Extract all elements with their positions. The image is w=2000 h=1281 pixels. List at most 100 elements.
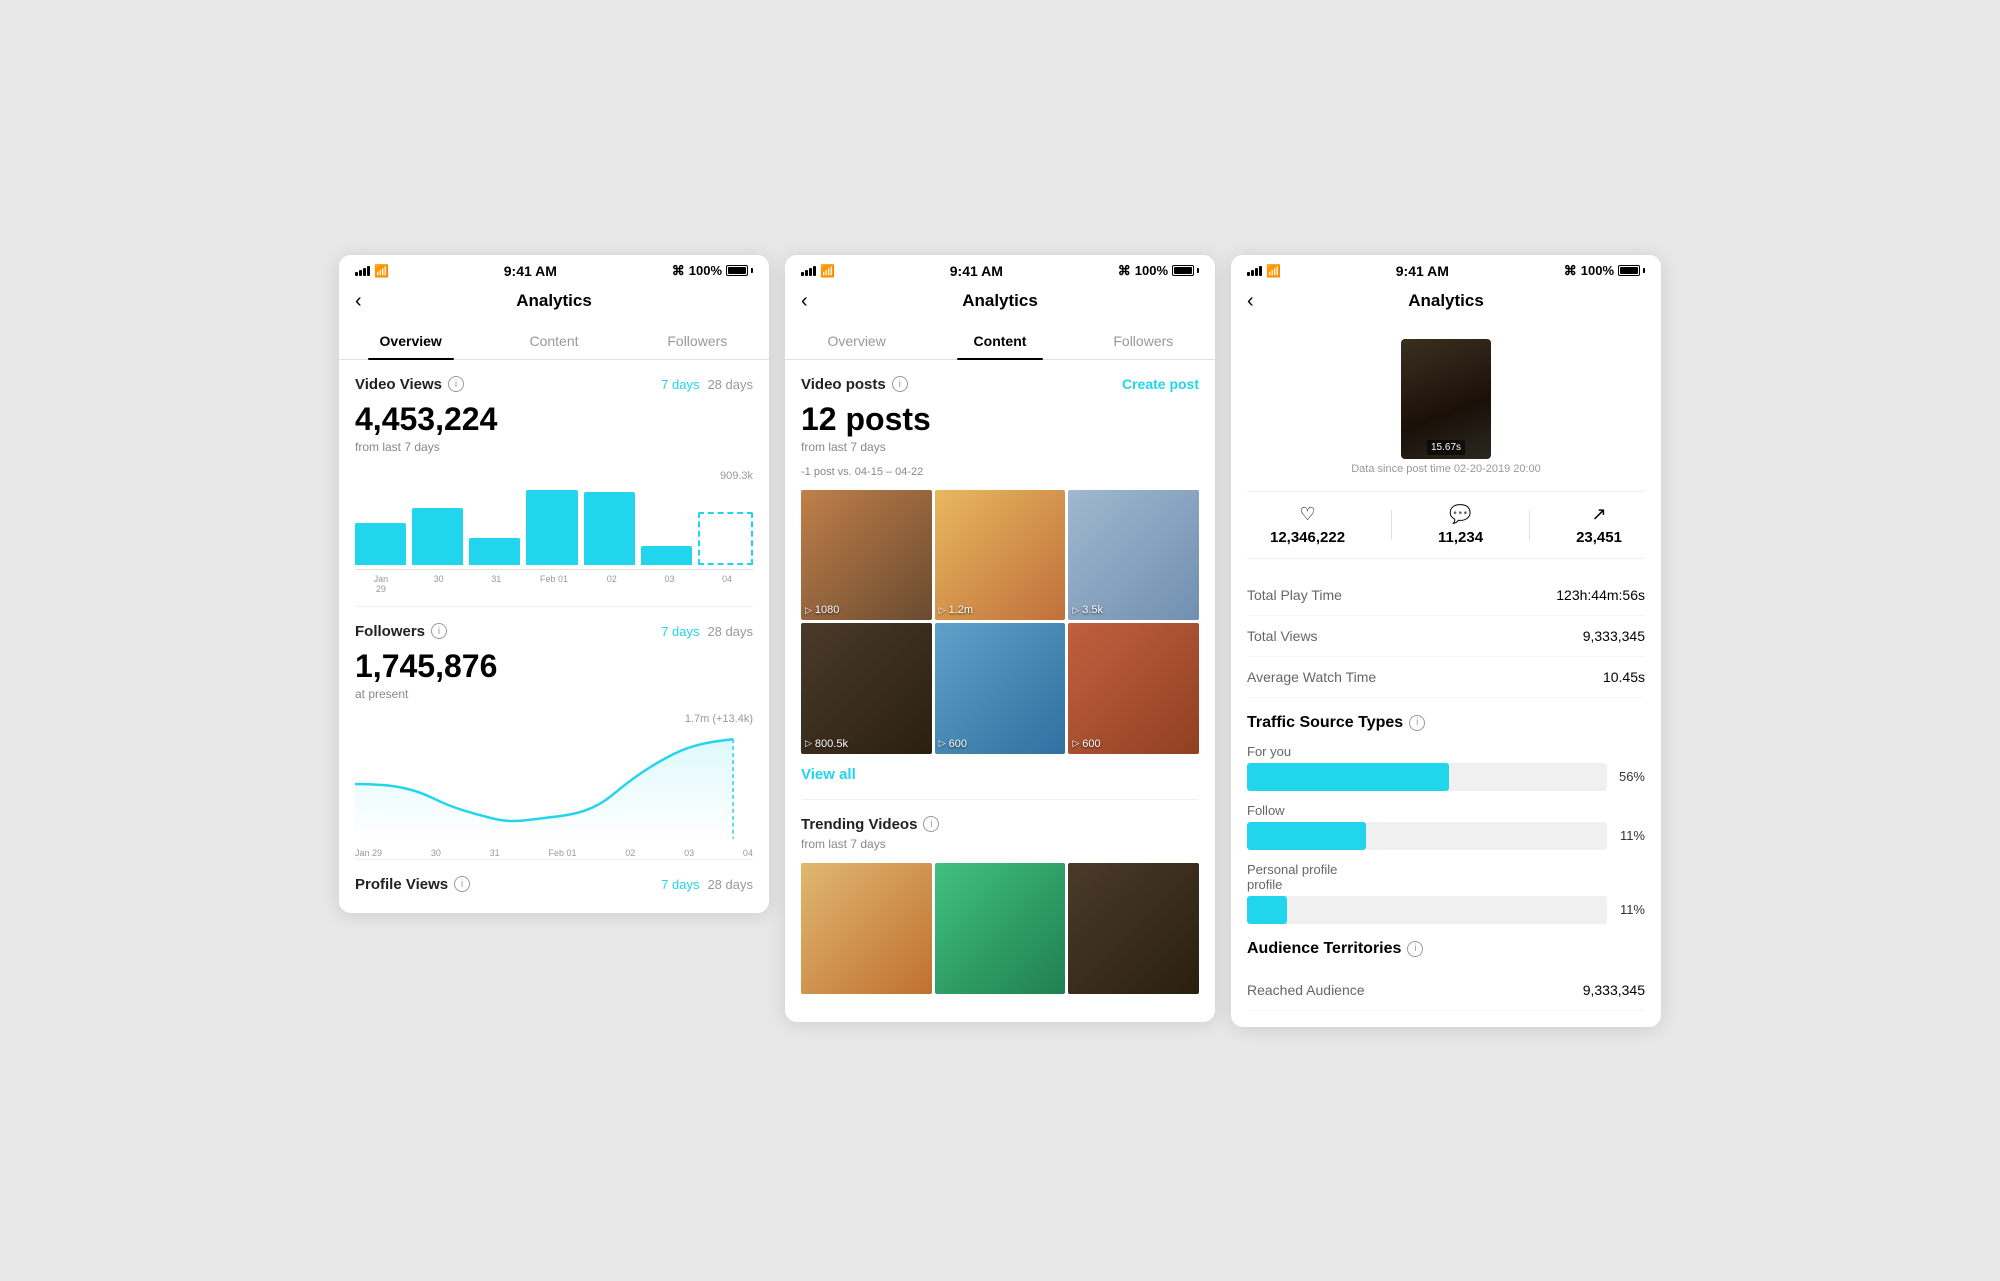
followers-value: 1,745,876 bbox=[355, 648, 753, 685]
video-thumb-3[interactable]: ▷ 3.5k bbox=[1068, 490, 1199, 621]
back-button-3[interactable]: ‹ bbox=[1247, 291, 1254, 311]
video-posts-header: Video posts i Create post bbox=[801, 376, 1199, 393]
traffic-label-2: Follow bbox=[1247, 803, 1645, 818]
line-label-7: 04 bbox=[743, 848, 753, 858]
pv-period-7[interactable]: 7 days bbox=[661, 877, 699, 892]
play-icon-1: ▷ bbox=[805, 605, 812, 616]
status-time-1: 9:41 AM bbox=[504, 263, 557, 279]
trending-thumb-3[interactable] bbox=[1068, 863, 1199, 994]
traffic-bar-row-2: 11% bbox=[1247, 822, 1645, 850]
profile-views-header: Profile Views i 7 days 28 days bbox=[355, 876, 753, 893]
followers-period-28[interactable]: 28 days bbox=[707, 624, 753, 639]
share-icon: ↗ bbox=[1576, 504, 1622, 525]
status-left-2: 📶 bbox=[801, 264, 835, 278]
video-posts-info-icon[interactable]: i bbox=[892, 376, 908, 392]
screen-post-detail: 📶 9:41 AM ⌘ 100% ‹ Analytics 15.67s bbox=[1231, 255, 1661, 1027]
battery-pct-2: 100% bbox=[1135, 263, 1168, 278]
metric-label-1: Total Play Time bbox=[1247, 587, 1342, 603]
video-posts-title: Video posts i bbox=[801, 376, 908, 393]
bar-label-4: Feb 01 bbox=[528, 574, 580, 594]
tab-overview-1[interactable]: Overview bbox=[339, 323, 482, 359]
audience-section-title: Audience Territories i bbox=[1247, 940, 1645, 958]
play-icon-5: ▷ bbox=[939, 738, 946, 749]
tab-content-1[interactable]: Content bbox=[482, 323, 625, 359]
line-label-4: Feb 01 bbox=[548, 848, 576, 858]
metric-value-3: 10.45s bbox=[1603, 669, 1645, 685]
followers-info-icon[interactable]: i bbox=[431, 623, 447, 639]
video-thumb-1[interactable]: ▷ 1080 bbox=[801, 490, 932, 621]
video-thumb-6[interactable]: ▷ 600 bbox=[1068, 623, 1199, 754]
thumb-duration: 15.67s bbox=[1427, 440, 1465, 455]
line-label-2: 30 bbox=[431, 848, 441, 858]
video-views-value: 4,453,224 bbox=[355, 401, 753, 438]
tab-overview-2[interactable]: Overview bbox=[785, 323, 928, 359]
audience-info-icon[interactable]: i bbox=[1407, 941, 1423, 957]
video-thumb-5[interactable]: ▷ 600 bbox=[935, 623, 1066, 754]
tab-followers-1[interactable]: Followers bbox=[626, 323, 769, 359]
view-all-button[interactable]: View all bbox=[801, 766, 1199, 783]
status-right-2: ⌘ 100% bbox=[1118, 263, 1199, 279]
video-views-info-icon[interactable]: i bbox=[448, 376, 464, 392]
followers-period-7[interactable]: 7 days bbox=[661, 624, 699, 639]
period-7-btn[interactable]: 7 days bbox=[661, 377, 699, 392]
comments-value: 11,234 bbox=[1438, 529, 1483, 546]
posts-subtext: from last 7 days bbox=[801, 440, 1199, 454]
profile-views-info-icon[interactable]: i bbox=[454, 876, 470, 892]
status-left-3: 📶 bbox=[1247, 264, 1281, 278]
status-right-3: ⌘ 100% bbox=[1564, 263, 1645, 279]
tabs-2: Overview Content Followers bbox=[785, 323, 1215, 360]
bar-6 bbox=[641, 546, 692, 565]
traffic-info-icon[interactable]: i bbox=[1409, 715, 1425, 731]
traffic-pct-3: 11% bbox=[1615, 902, 1645, 917]
nav-title-3: Analytics bbox=[1408, 291, 1484, 311]
video-thumb-4[interactable]: ▷ 800.5k bbox=[801, 623, 932, 754]
reached-audience-label: Reached Audience bbox=[1247, 982, 1365, 998]
divider-2 bbox=[355, 859, 753, 860]
tab-content-2[interactable]: Content bbox=[928, 323, 1071, 359]
traffic-bar-fill-3 bbox=[1247, 896, 1287, 924]
traffic-section-title: Traffic Source Types i bbox=[1247, 714, 1645, 732]
video-views-period: 7 days 28 days bbox=[661, 377, 753, 392]
traffic-label-1: For you bbox=[1247, 744, 1645, 759]
create-post-button[interactable]: Create post bbox=[1122, 376, 1199, 392]
tab-followers-2[interactable]: Followers bbox=[1072, 323, 1215, 359]
play-icon-3: ▷ bbox=[1072, 605, 1079, 616]
metric-views: Total Views 9,333,345 bbox=[1247, 616, 1645, 657]
traffic-bar-fill-1 bbox=[1247, 763, 1449, 791]
status-time-3: 9:41 AM bbox=[1396, 263, 1449, 279]
profile-views-period: 7 days 28 days bbox=[661, 877, 753, 892]
video-views-title: Video Views i bbox=[355, 376, 464, 393]
pv-period-28[interactable]: 28 days bbox=[707, 877, 753, 892]
signal-bars-1 bbox=[355, 266, 370, 276]
trending-thumb-2[interactable] bbox=[935, 863, 1066, 994]
trending-thumb-1[interactable] bbox=[801, 863, 932, 994]
status-bar-3: 📶 9:41 AM ⌘ 100% bbox=[1231, 255, 1661, 283]
video-views-header: Video Views i 7 days 28 days bbox=[355, 376, 753, 393]
trending-info-icon[interactable]: i bbox=[923, 816, 939, 832]
status-bar-2: 📶 9:41 AM ⌘ 100% bbox=[785, 255, 1215, 283]
video-views-5: ▷ 600 bbox=[939, 738, 967, 750]
period-28-btn[interactable]: 28 days bbox=[707, 377, 753, 392]
back-button-2[interactable]: ‹ bbox=[801, 291, 808, 311]
profile-views-title: Profile Views i bbox=[355, 876, 470, 893]
trending-subtext: from last 7 days bbox=[801, 837, 1199, 851]
video-views-subtext: from last 7 days bbox=[355, 440, 753, 454]
bar-chart bbox=[355, 470, 753, 570]
post-thumbnail[interactable]: 15.67s bbox=[1401, 339, 1491, 459]
signal-bar-1 bbox=[355, 272, 358, 276]
nav-bar-1: ‹ Analytics bbox=[339, 283, 769, 323]
metric-playtime: Total Play Time 123h:44m:56s bbox=[1247, 575, 1645, 616]
shares-stat: ↗ 23,451 bbox=[1576, 504, 1622, 546]
tabs-1: Overview Content Followers bbox=[339, 323, 769, 360]
status-right-1: ⌘ 100% bbox=[672, 263, 753, 279]
play-icon-4: ▷ bbox=[805, 738, 812, 749]
video-grid: ▷ 1080 ▷ 1.2m ▷ 3.5k bbox=[801, 490, 1199, 754]
bar-label-6: 03 bbox=[644, 574, 696, 594]
nav-title-1: Analytics bbox=[516, 291, 592, 311]
signal-bar-3 bbox=[363, 268, 366, 276]
followers-subtext: at present bbox=[355, 687, 753, 701]
video-thumb-2[interactable]: ▷ 1.2m bbox=[935, 490, 1066, 621]
battery-pct-3: 100% bbox=[1581, 263, 1614, 278]
metric-label-2: Total Views bbox=[1247, 628, 1318, 644]
back-button-1[interactable]: ‹ bbox=[355, 291, 362, 311]
